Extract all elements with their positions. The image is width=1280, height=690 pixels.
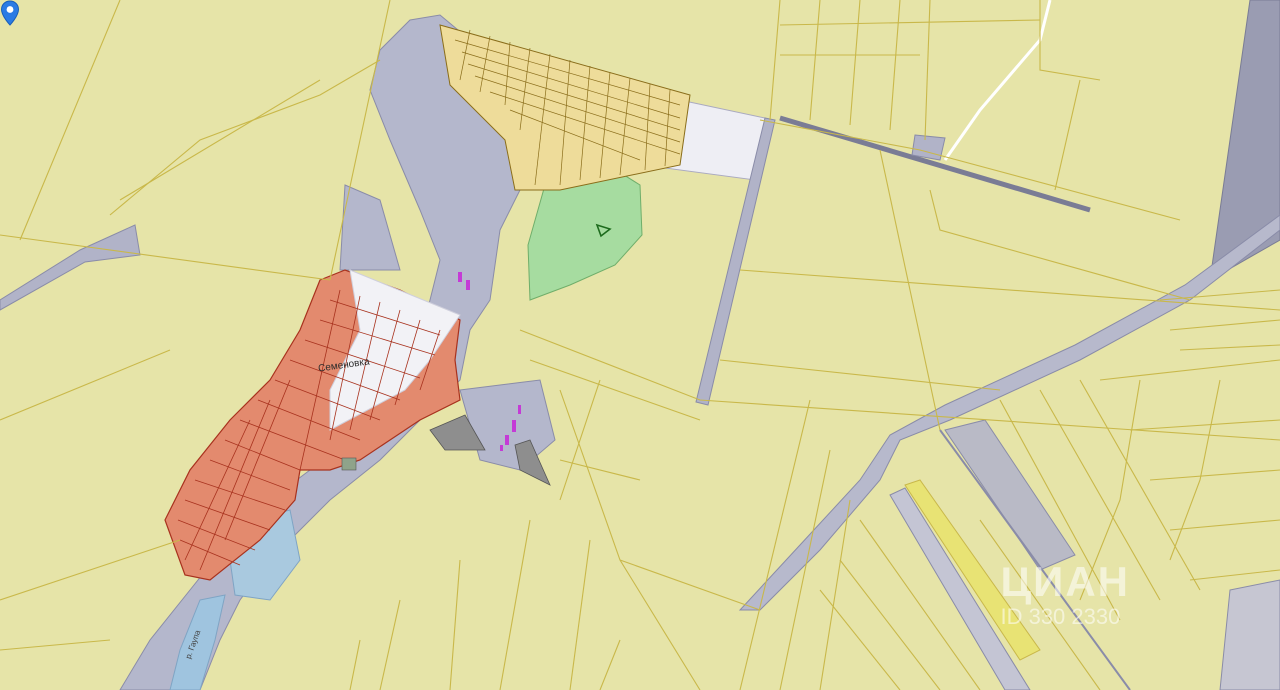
watermark-id: ID 330 2330 [1000,604,1121,629]
watermark: ЦИАН ID 330 2330 [1000,560,1130,630]
gray-strip-north [911,134,946,161]
watermark-brand: ЦИАН [1000,558,1130,605]
gray-plot-3 [341,457,357,471]
gray-band-southeast [1219,579,1280,690]
cadastral-map[interactable]: Семеновка р. Гаупа ЦИАН ID 330 2330 [0,0,1280,690]
location-pin-icon[interactable] [0,0,20,26]
